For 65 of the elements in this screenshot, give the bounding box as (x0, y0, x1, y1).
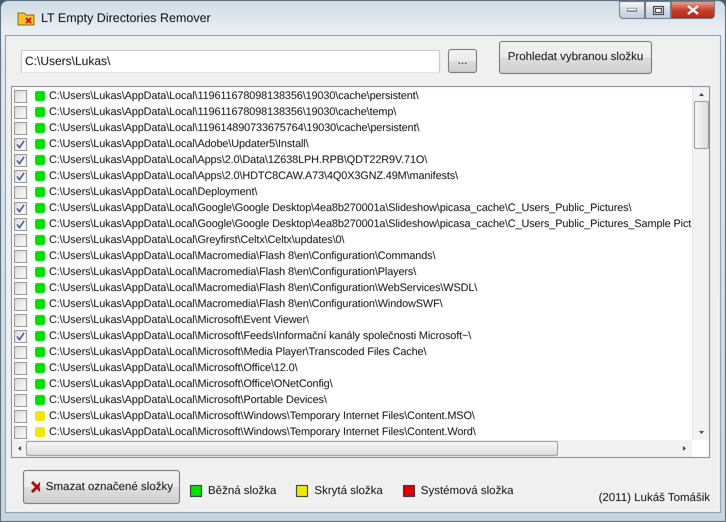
folder-path[interactable]: C:\Users\Lukas\AppData\Local\Microsoft\Windows\Temporary Internet Files\Content.MSO\ (49, 410, 475, 422)
checkbox[interactable] (14, 378, 27, 390)
credits-text: (2011) Lukáš Tomášik (598, 492, 710, 504)
folder-icon (17, 10, 35, 26)
scroll-thumb[interactable] (26, 441, 558, 456)
path-field[interactable]: C:\Users\Lukas\ (21, 50, 440, 72)
folder-path[interactable]: C:\Users\Lukas\AppData\Local\Microsoft\Event Viewer\ (49, 314, 309, 326)
folder-path[interactable]: C:\Users\Lukas\AppData\Local\119611678098138356\19030\cache\persistent\ (49, 90, 418, 102)
vertical-scrollbar[interactable] (692, 87, 709, 440)
scroll-thumb[interactable] (694, 101, 708, 149)
folder-path[interactable]: C:\Users\Lukas\AppData\Local\Adobe\Updater5\Install\ (49, 138, 309, 150)
checkbox[interactable] (14, 426, 27, 438)
horizontal-scrollbar[interactable] (12, 440, 692, 457)
checkbox[interactable] (14, 266, 27, 278)
folder-path[interactable]: C:\Users\Lukas\AppData\Local\Google\Google Desktop\4ea8b270001a\Slideshow\picasa_cache\C_Users_Public_Pictures_Sample Pict (49, 218, 692, 230)
folder-path[interactable]: C:\Users\Lukas\AppData\Local\Macromedia\Flash 8\en\Configuration\WindowSWF\ (49, 298, 443, 310)
folder-path[interactable]: C:\Users\Lukas\AppData\Local\119614890733675764\19030\cache\persistent\ (49, 122, 420, 134)
legend-label: Skrytá složka (314, 485, 383, 497)
close-icon (687, 5, 699, 15)
folder-path[interactable]: C:\Users\Lukas\AppData\Local\Microsoft\Feeds\Informační kanály společnosti Microsoft~\ (49, 330, 472, 342)
checkbox[interactable] (14, 346, 27, 358)
checkbox[interactable] (14, 282, 27, 294)
folder-path[interactable]: C:\Users\Lukas\AppData\Local\Macromedia\Flash 8\en\Configuration\Players\ (49, 266, 416, 278)
checkbox[interactable] (14, 122, 27, 134)
close-button[interactable] (671, 1, 715, 19)
legend-label: Systémová složka (420, 485, 514, 497)
folder-path[interactable]: C:\Users\Lukas\AppData\Local\Macromedia\Flash 8\en\Configuration\WebServices\WSDL\ (49, 282, 478, 294)
folder-path[interactable]: C:\Users\Lukas\AppData\Local\Microsoft\Office\ONetConfig\ (49, 378, 332, 390)
checkbox[interactable] (14, 106, 27, 118)
folder-path[interactable]: C:\Users\Lukas\AppData\Local\Apps\2.0\Data\1Z638LPH.RPB\QDT22R9V.71O\ (49, 154, 428, 166)
browse-button[interactable]: ... (448, 49, 477, 73)
checkbox[interactable] (14, 218, 27, 230)
checkbox[interactable] (14, 154, 27, 166)
folder-path[interactable]: C:\Users\Lukas\AppData\Local\Microsoft\Windows\Temporary Internet Files\Content.Word\ (49, 426, 476, 438)
minimize-button[interactable] (619, 1, 645, 19)
folder-path[interactable]: C:\Users\Lukas\AppData\Local\Deployment\ (49, 186, 258, 198)
folder-path[interactable]: C:\Users\Lukas\AppData\Local\Macromedia\Flash 8\en\Configuration\Commands\ (49, 250, 436, 262)
checkbox[interactable] (14, 250, 27, 262)
checkbox[interactable] (14, 298, 27, 310)
checkbox[interactable] (14, 394, 27, 406)
checkbox[interactable] (14, 362, 27, 374)
folder-path[interactable]: C:\Users\Lukas\AppData\Local\Microsoft\Office\12.0\ (49, 362, 298, 374)
search-button[interactable]: Prohledat vybranou složku (499, 40, 652, 74)
maximize-icon (652, 6, 664, 14)
checkbox[interactable] (14, 138, 27, 150)
checkbox[interactable] (14, 330, 27, 342)
folder-path[interactable]: C:\Users\Lukas\AppData\Local\Microsoft\Portable Devices\ (49, 394, 327, 406)
checkbox[interactable] (14, 186, 27, 198)
checkbox[interactable] (14, 410, 27, 422)
checkbox[interactable] (14, 90, 27, 102)
window-title: LT Empty Directories Remover (41, 11, 212, 25)
folder-path[interactable]: C:\Users\Lukas\AppData\Local\Apps\2.0\HDTC8CAW.A73\4Q0X3GNZ.49M\manifests\ (49, 170, 458, 182)
cross-icon (30, 480, 40, 494)
checkbox[interactable] (14, 202, 27, 214)
legend-label: Běžná složka (208, 485, 276, 497)
folder-path[interactable]: C:\Users\Lukas\AppData\Local\Microsoft\Media Player\Transcoded Files Cache\ (49, 346, 426, 358)
checkbox[interactable] (14, 314, 27, 326)
maximize-button[interactable] (645, 1, 671, 19)
checkbox[interactable] (14, 234, 27, 246)
checkbox[interactable] (14, 170, 27, 182)
delete-button[interactable]: Smazat označené složky (23, 470, 180, 504)
folder-path[interactable]: C:\Users\Lukas\AppData\Local\Google\Google Desktop\4ea8b270001a\Slideshow\picasa_cache\C_Users_Public_Pictures\ (49, 202, 632, 214)
folder-path[interactable]: C:\Users\Lukas\AppData\Local\119611678098138356\19030\cache\temp\ (49, 106, 396, 118)
minimize-icon (627, 8, 637, 12)
folder-path[interactable]: C:\Users\Lukas\AppData\Local\Greyfirst\Celtx\Celtx\updates\0\ (49, 234, 344, 246)
